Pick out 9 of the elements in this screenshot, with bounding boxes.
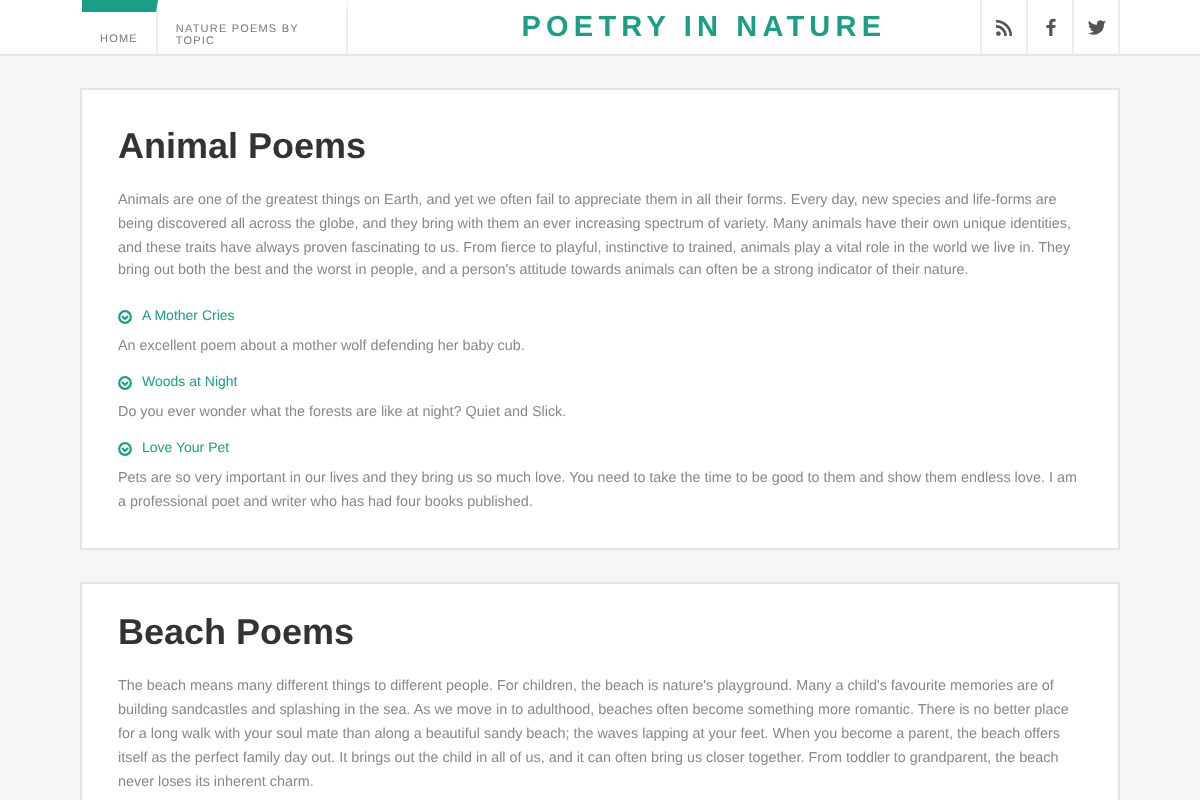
rss-icon <box>996 19 1012 35</box>
facebook-icon <box>1045 18 1055 36</box>
circle-arrow-icon <box>118 310 132 325</box>
section-heading: Animal Poems <box>118 126 369 168</box>
twitter-icon <box>1087 19 1105 35</box>
circle-arrow-icon <box>118 441 132 456</box>
section-heading: Beach Poems <box>118 612 357 655</box>
circle-arrow-icon <box>118 375 132 390</box>
site-title: POETRY IN NATURE <box>519 11 889 43</box>
